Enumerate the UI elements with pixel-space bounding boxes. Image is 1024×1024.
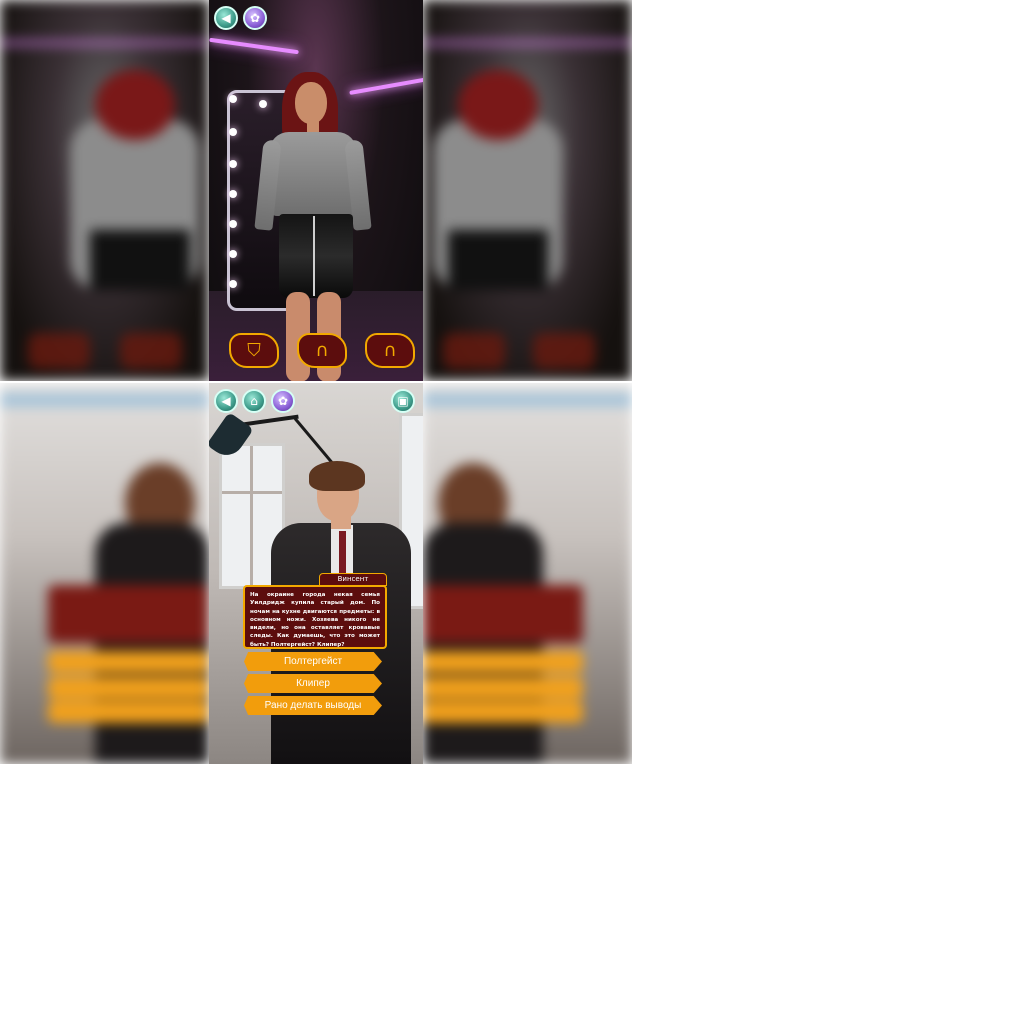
blurred-button (120, 333, 182, 369)
blurred-choice (423, 651, 583, 673)
choice-label: Рано делать выводы (264, 700, 362, 711)
dialog-text: На окраине города некая семья Уилдридж к… (250, 592, 380, 648)
dialog-box: На окраине города некая семья Уилдридж к… (243, 585, 387, 649)
blurred-background-right (423, 383, 632, 764)
blurred-choice (423, 701, 583, 723)
dialogue-screen: ◀ ⌂ ✿ ▣ Винсент На окраине города некая … (209, 383, 423, 764)
choice-button-clipper[interactable]: Клипер (244, 674, 382, 693)
outfit-button[interactable]: ⛉ (229, 333, 279, 368)
back-arrow-icon: ◀ (221, 394, 231, 408)
settings-button[interactable]: ✿ (243, 6, 267, 30)
gear-flower-icon: ✿ (249, 11, 261, 25)
blurred-background-left (0, 0, 209, 381)
head-profile-icon: ∩ (383, 340, 397, 361)
dialogue-screen-panel: ◀ ⌂ ✿ ▣ Винсент На окраине города некая … (0, 383, 632, 764)
choice-label: Полтергейст (283, 656, 343, 667)
hairstyle-button[interactable]: ∩ (297, 333, 347, 368)
wardrobe-screen-panel: ◀ ✿ ⛉ ∩ ∩ (0, 0, 632, 381)
blurred-button (28, 333, 90, 369)
blurred-button (533, 333, 595, 369)
blurred-choice (423, 677, 583, 699)
blurred-button (443, 333, 505, 369)
choice-button-poltergeist[interactable]: Полтергейст (244, 652, 382, 671)
neon-light (209, 37, 299, 55)
back-button[interactable]: ◀ (214, 389, 238, 413)
wardrobe-screen: ◀ ✿ ⛉ ∩ ∩ (209, 0, 423, 381)
neon-light (349, 77, 423, 95)
choice-label: Клипер (296, 678, 330, 689)
blurred-background-left (0, 383, 209, 764)
blurred-choice (48, 677, 208, 699)
choice-button-too-early[interactable]: Рано делать выводы (244, 696, 382, 715)
back-arrow-icon: ◀ (221, 11, 231, 25)
save-disk-icon: ▣ (397, 394, 409, 408)
blurred-dialog (423, 585, 583, 643)
blurred-choice (48, 701, 208, 723)
appearance-button[interactable]: ∩ (365, 333, 415, 368)
gear-flower-icon: ✿ (277, 394, 289, 408)
settings-button[interactable]: ✿ (271, 389, 295, 413)
hanger-icon: ⌂ (250, 394, 258, 408)
back-button[interactable]: ◀ (214, 6, 238, 30)
save-button[interactable]: ▣ (391, 389, 415, 413)
dress-form-icon: ⛉ (247, 340, 261, 361)
hairstyle-icon: ∩ (315, 340, 329, 361)
blurred-background-right (423, 0, 632, 381)
blurred-dialog (48, 585, 208, 643)
blurred-choice (48, 651, 208, 673)
wardrobe-button[interactable]: ⌂ (242, 389, 266, 413)
